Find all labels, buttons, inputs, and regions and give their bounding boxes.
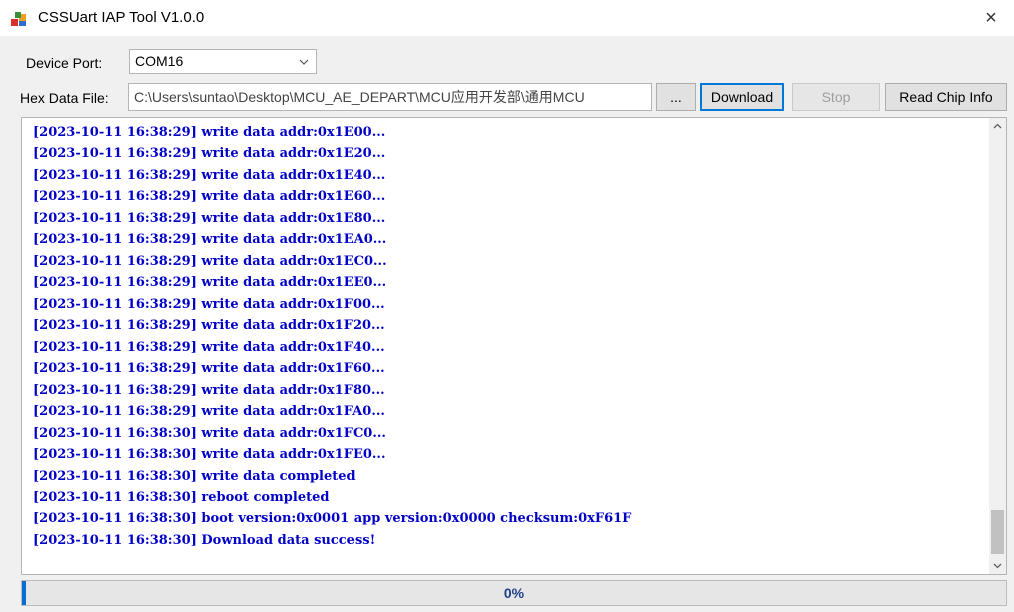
hex-file-path-input[interactable]: C:\Users\suntao\Desktop\MCU_AE_DEPART\MC… — [128, 83, 652, 111]
device-port-select[interactable]: COM16 — [129, 49, 317, 74]
log-line: [2023-10-11 16:38:29] write data addr:0x… — [33, 146, 386, 162]
log-line: [2023-10-11 16:38:29] write data addr:0x… — [33, 382, 385, 398]
log-output[interactable]: [2023-10-11 16:38:29] write data addr:0x… — [21, 117, 1007, 575]
log-line: [2023-10-11 16:38:29] write data addr:0x… — [33, 361, 385, 377]
log-line: [2023-10-11 16:38:30] write data complet… — [33, 468, 356, 484]
log-line: [2023-10-11 16:38:29] write data addr:0x… — [33, 318, 385, 334]
log-line: [2023-10-11 16:38:29] write data addr:0x… — [33, 404, 385, 420]
scroll-thumb[interactable] — [991, 510, 1004, 554]
chevron-down-icon[interactable] — [298, 56, 310, 68]
log-line: [2023-10-11 16:38:29] write data addr:0x… — [33, 296, 385, 312]
progress-bar: 0% — [21, 580, 1007, 606]
log-list: [2023-10-11 16:38:29] write data addr:0x… — [33, 122, 631, 551]
log-line: [2023-10-11 16:38:29] write data addr:0x… — [33, 210, 386, 226]
hex-file-label: Hex Data File: — [20, 90, 109, 106]
log-line: [2023-10-11 16:38:30] boot version:0x000… — [33, 511, 632, 527]
log-line: [2023-10-11 16:38:30] reboot completed — [33, 489, 330, 505]
scroll-up-icon[interactable] — [989, 118, 1006, 135]
window-title: CSSUart IAP Tool V1.0.0 — [38, 9, 205, 26]
log-line: [2023-10-11 16:38:29] write data addr:0x… — [33, 125, 386, 140]
log-line: [2023-10-11 16:38:30] write data addr:0x… — [33, 447, 386, 463]
close-button[interactable]: × — [968, 0, 1014, 36]
device-port-label: Device Port: — [26, 55, 103, 71]
log-line: [2023-10-11 16:38:30] Download data succ… — [33, 532, 376, 548]
title-bar: CSSUart IAP Tool V1.0.0 × — [0, 0, 1014, 36]
app-icon — [11, 12, 26, 26]
download-button[interactable]: Download — [700, 83, 784, 111]
stop-button[interactable]: Stop — [792, 83, 880, 111]
close-icon[interactable]: × — [985, 7, 997, 29]
log-line: [2023-10-11 16:38:29] write data addr:0x… — [33, 232, 387, 248]
device-port-value: COM16 — [135, 53, 184, 69]
log-line: [2023-10-11 16:38:29] write data addr:0x… — [33, 167, 386, 183]
scroll-down-icon[interactable] — [989, 557, 1006, 574]
log-scrollbar[interactable] — [989, 118, 1006, 574]
read-chip-info-button[interactable]: Read Chip Info — [885, 83, 1007, 111]
log-line: [2023-10-11 16:38:29] write data addr:0x… — [33, 339, 385, 355]
log-line: [2023-10-11 16:38:29] write data addr:0x… — [33, 253, 387, 269]
progress-label: 0% — [503, 585, 525, 601]
browse-button[interactable]: ... — [656, 83, 696, 111]
log-line: [2023-10-11 16:38:29] write data addr:0x… — [33, 189, 386, 205]
log-line: [2023-10-11 16:38:29] write data addr:0x… — [33, 275, 387, 291]
log-line: [2023-10-11 16:38:30] write data addr:0x… — [33, 425, 386, 441]
